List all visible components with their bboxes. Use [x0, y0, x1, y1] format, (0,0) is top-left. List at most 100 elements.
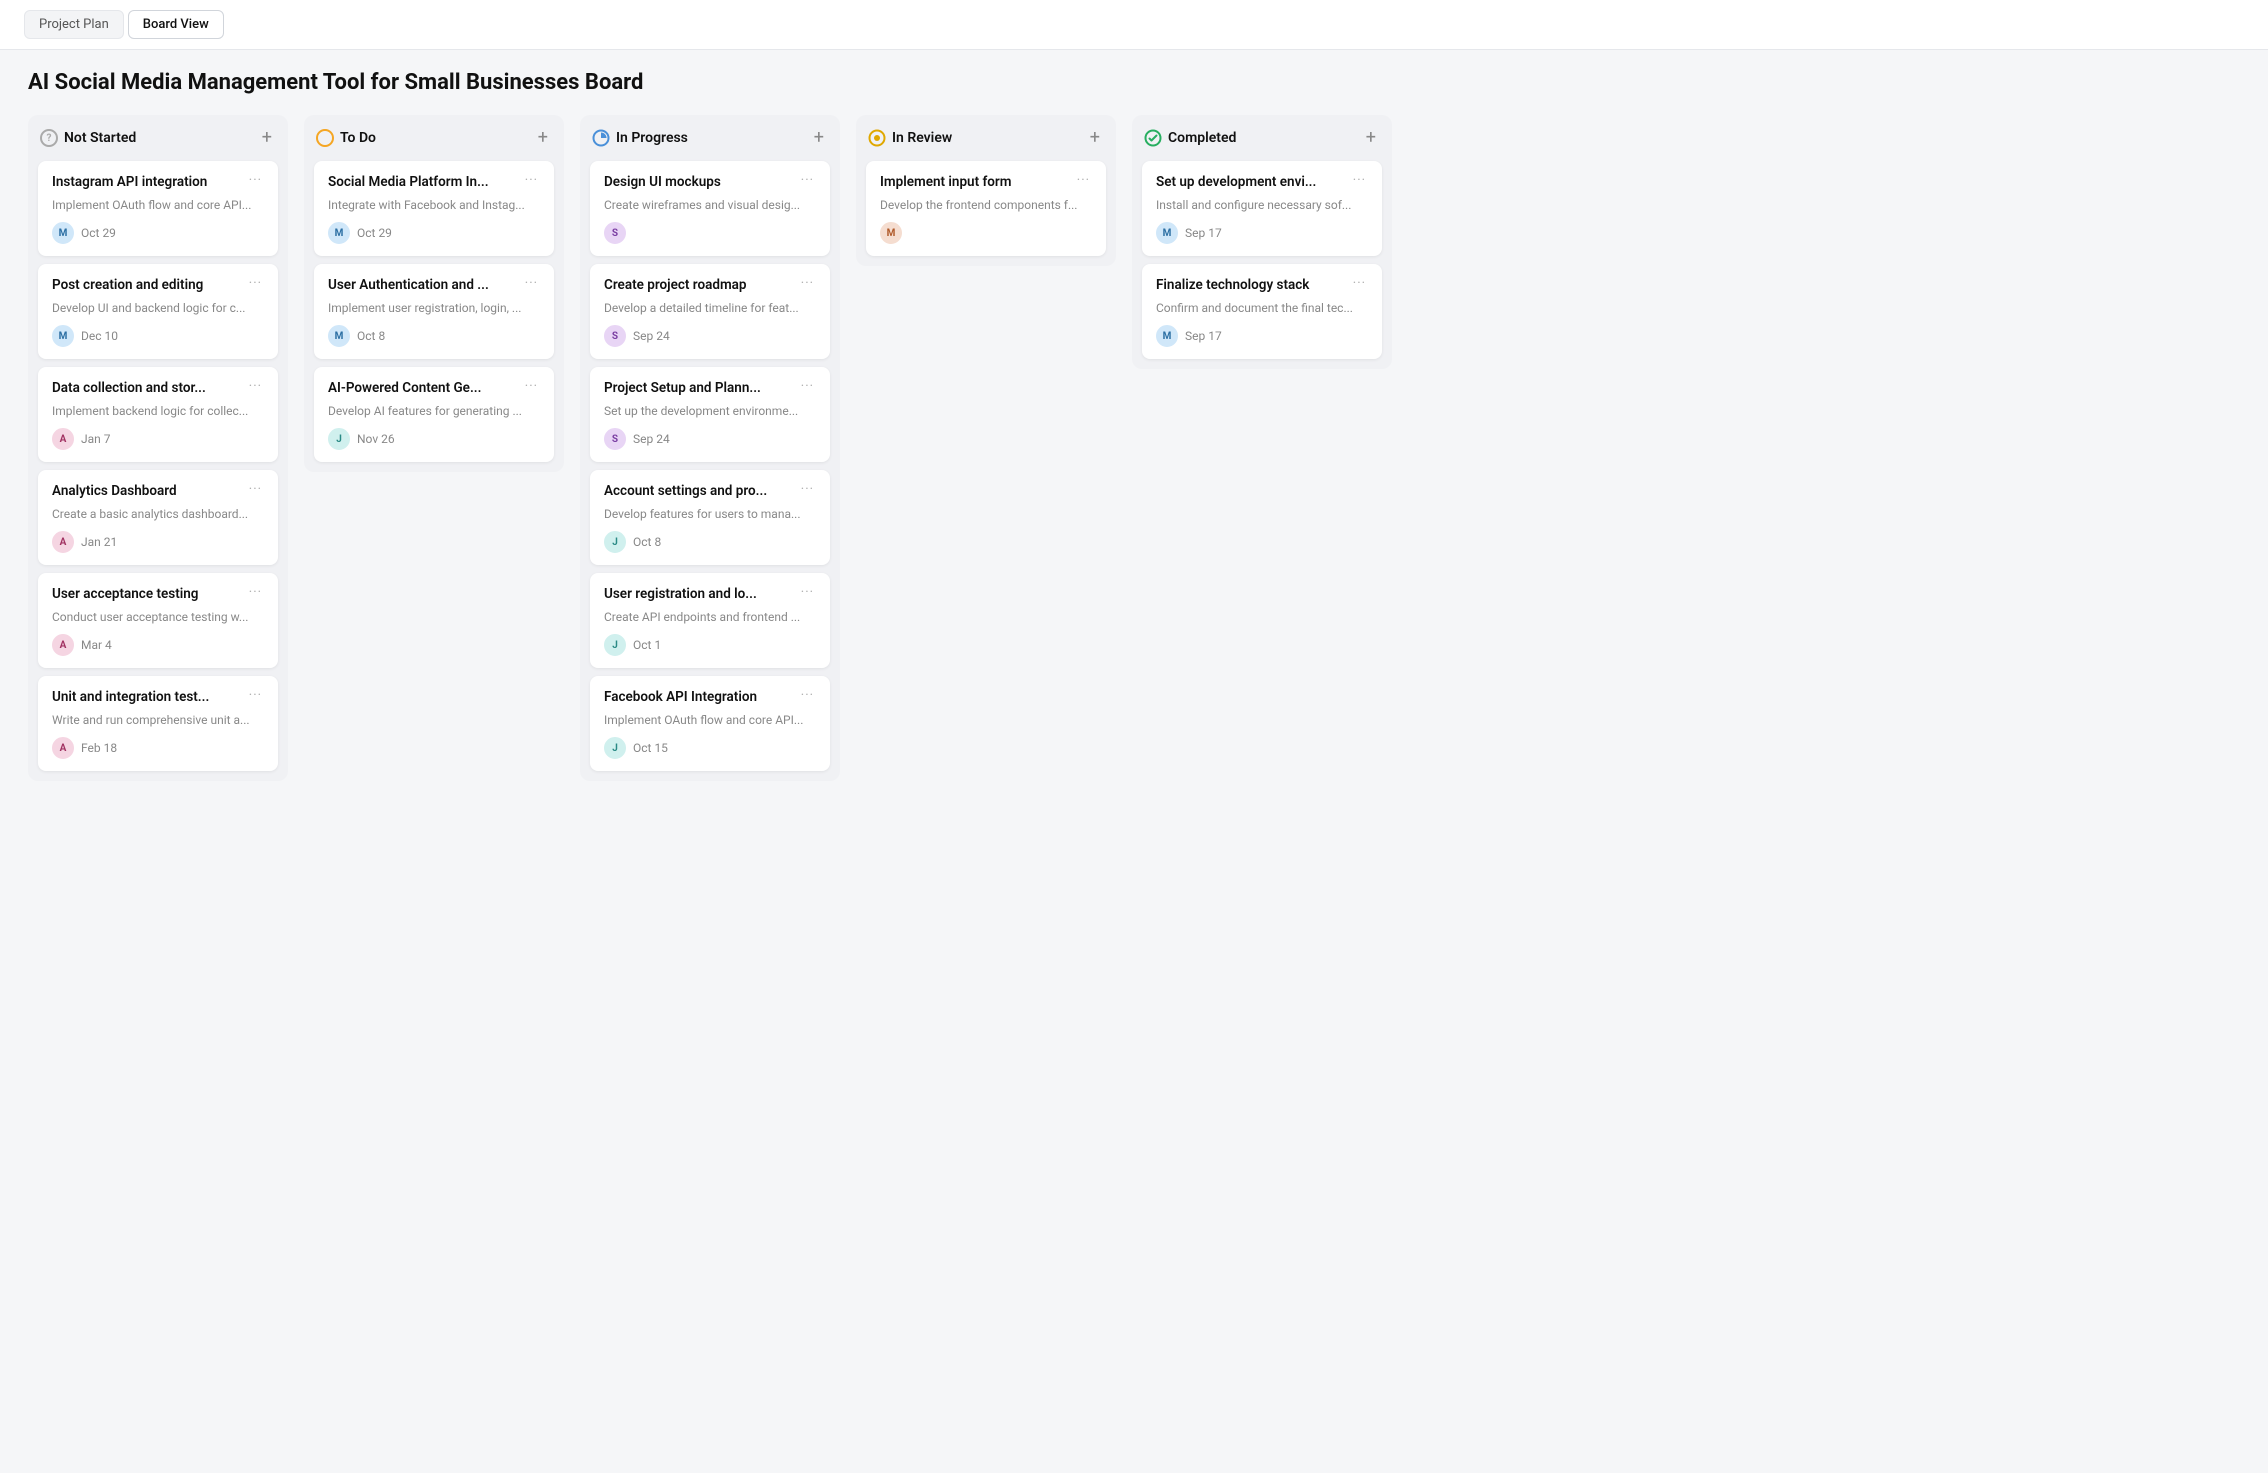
board-columns: ?Not Started + Instagram API integration··… [28, 115, 2240, 781]
card-menu-button-card-14[interactable]: ··· [799, 585, 816, 600]
card-header-card-16: Implement input form ··· [880, 173, 1092, 191]
card-card-3[interactable]: Data collection and stor...···Implement … [38, 367, 278, 462]
card-card-11[interactable]: Create project roadmap···Develop a detai… [590, 264, 830, 359]
card-card-16[interactable]: Implement input form ··· Develop the front… [866, 161, 1106, 256]
card-desc-card-16: Develop the frontend components f... [880, 197, 1092, 214]
avatar: A [52, 428, 74, 450]
card-title-card-6: Unit and integration test... [52, 688, 241, 706]
card-card-18[interactable]: Finalize technology stack ··· Confirm and … [1142, 264, 1382, 359]
card-desc-card-1: Implement OAuth flow and core API... [52, 197, 264, 214]
card-header-card-6: Unit and integration test... ··· [52, 688, 264, 706]
card-title-card-5: User acceptance testing [52, 585, 241, 603]
card-title-card-17: Set up development envi... [1156, 173, 1345, 191]
column-title-in-review: In Review [892, 130, 952, 146]
tab-project-plan[interactable]: Project Plan [24, 10, 124, 39]
card-footer-card-4: AJan 21 [52, 531, 264, 553]
card-title-card-18: Finalize technology stack [1156, 276, 1345, 294]
card-title-card-16: Implement input form [880, 173, 1069, 191]
card-menu-button-card-15[interactable]: ··· [799, 688, 816, 703]
column-in-progress: In Progress + Design UI mockups ··· Create w… [580, 115, 840, 781]
card-header-card-12: Project Setup and Plann...··· [604, 379, 816, 397]
card-card-1[interactable]: Instagram API integration···Implement OA… [38, 161, 278, 256]
card-header-card-13: Account settings and pro...··· [604, 482, 816, 500]
card-desc-card-15: Implement OAuth flow and core API... [604, 712, 816, 729]
card-desc-card-17: Install and configure necessary sof... [1156, 197, 1368, 214]
column-add-button-in-review[interactable]: + [1086, 127, 1104, 149]
avatar: S [604, 325, 626, 347]
card-card-15[interactable]: Facebook API Integration···Implement OAu… [590, 676, 830, 771]
avatar: S [604, 428, 626, 450]
card-title-card-10: Design UI mockups [604, 173, 793, 191]
card-card-17[interactable]: Set up development envi... ··· Install and… [1142, 161, 1382, 256]
card-menu-button-card-1[interactable]: ··· [247, 173, 264, 188]
card-menu-button-card-6[interactable]: ··· [247, 688, 264, 703]
card-menu-button-card-12[interactable]: ··· [799, 379, 816, 394]
avatar: A [52, 531, 74, 553]
card-footer-card-12: SSep 24 [604, 428, 816, 450]
card-menu-button-card-10[interactable]: ··· [799, 173, 816, 188]
card-desc-card-6: Write and run comprehensive unit a... [52, 712, 264, 729]
card-header-card-14: User registration and lo...··· [604, 585, 816, 603]
tab-board-view[interactable]: Board View [128, 10, 224, 39]
card-card-14[interactable]: User registration and lo...···Create API… [590, 573, 830, 668]
card-menu-button-card-4[interactable]: ··· [247, 482, 264, 497]
card-footer-card-1: MOct 29 [52, 222, 264, 244]
avatar: M [52, 325, 74, 347]
card-card-7[interactable]: Social Media Platform In...···Integrate … [314, 161, 554, 256]
column-add-button-in-progress[interactable]: + [810, 127, 828, 149]
card-menu-button-card-17[interactable]: ··· [1351, 173, 1368, 188]
column-header-left-in-progress: In Progress [592, 129, 688, 147]
card-date-card-8: Oct 8 [357, 329, 385, 343]
card-date-card-5: Mar 4 [81, 638, 112, 652]
card-date-card-3: Jan 7 [81, 432, 111, 446]
column-header-left-not-started: ?Not Started [40, 129, 136, 147]
card-menu-button-card-13[interactable]: ··· [799, 482, 816, 497]
card-footer-card-5: AMar 4 [52, 634, 264, 656]
card-header-card-7: Social Media Platform In...··· [328, 173, 540, 191]
column-header-left-in-review: In Review [868, 129, 952, 147]
column-header-not-started: ?Not Started + [38, 125, 278, 151]
card-date-card-9: Nov 26 [357, 432, 395, 446]
card-card-6[interactable]: Unit and integration test... ··· Write and… [38, 676, 278, 771]
card-menu-button-card-8[interactable]: ··· [523, 276, 540, 291]
column-not-started: ?Not Started + Instagram API integration··… [28, 115, 288, 781]
card-card-13[interactable]: Account settings and pro...···Develop fe… [590, 470, 830, 565]
card-card-4[interactable]: Analytics Dashboard···Create a basic ana… [38, 470, 278, 565]
board-title: AI Social Media Management Tool for Smal… [28, 70, 2240, 95]
column-status-icon-completed [1144, 129, 1162, 147]
column-header-completed: Completed + [1142, 125, 1382, 151]
card-header-card-18: Finalize technology stack ··· [1156, 276, 1368, 294]
card-card-2[interactable]: Post creation and editing···Develop UI a… [38, 264, 278, 359]
card-menu-button-card-3[interactable]: ··· [247, 379, 264, 394]
column-add-button-completed[interactable]: + [1362, 127, 1380, 149]
card-date-card-18: Sep 17 [1185, 329, 1222, 343]
column-header-in-review: In Review + [866, 125, 1106, 151]
card-menu-button-card-11[interactable]: ··· [799, 276, 816, 291]
column-add-button-not-started[interactable]: + [258, 127, 276, 149]
card-menu-button-card-18[interactable]: ··· [1351, 276, 1368, 291]
card-date-card-14: Oct 1 [633, 638, 661, 652]
column-title-not-started: Not Started [64, 130, 136, 146]
card-header-card-4: Analytics Dashboard ··· [52, 482, 264, 500]
card-desc-card-10: Create wireframes and visual desig... [604, 197, 816, 214]
card-card-5[interactable]: User acceptance testing···Conduct user a… [38, 573, 278, 668]
card-card-12[interactable]: Project Setup and Plann...···Set up the … [590, 367, 830, 462]
card-date-card-1: Oct 29 [81, 226, 116, 240]
card-menu-button-card-2[interactable]: ··· [247, 276, 264, 291]
card-card-10[interactable]: Design UI mockups ··· Create wireframes an… [590, 161, 830, 256]
card-date-card-6: Feb 18 [81, 741, 117, 755]
column-header-left-completed: Completed [1144, 129, 1236, 147]
card-card-9[interactable]: AI-Powered Content Ge...···Develop AI fe… [314, 367, 554, 462]
card-card-8[interactable]: User Authentication and ...···Implement … [314, 264, 554, 359]
card-menu-button-card-9[interactable]: ··· [523, 379, 540, 394]
avatar: M [880, 222, 902, 244]
card-menu-button-card-16[interactable]: ··· [1075, 173, 1092, 188]
card-date-card-7: Oct 29 [357, 226, 392, 240]
card-menu-button-card-5[interactable]: ··· [247, 585, 264, 600]
column-add-button-to-do[interactable]: + [534, 127, 552, 149]
card-menu-button-card-7[interactable]: ··· [523, 173, 540, 188]
avatar: S [604, 222, 626, 244]
card-title-card-4: Analytics Dashboard [52, 482, 241, 500]
card-desc-card-18: Confirm and document the final tec... [1156, 300, 1368, 317]
card-header-card-17: Set up development envi... ··· [1156, 173, 1368, 191]
